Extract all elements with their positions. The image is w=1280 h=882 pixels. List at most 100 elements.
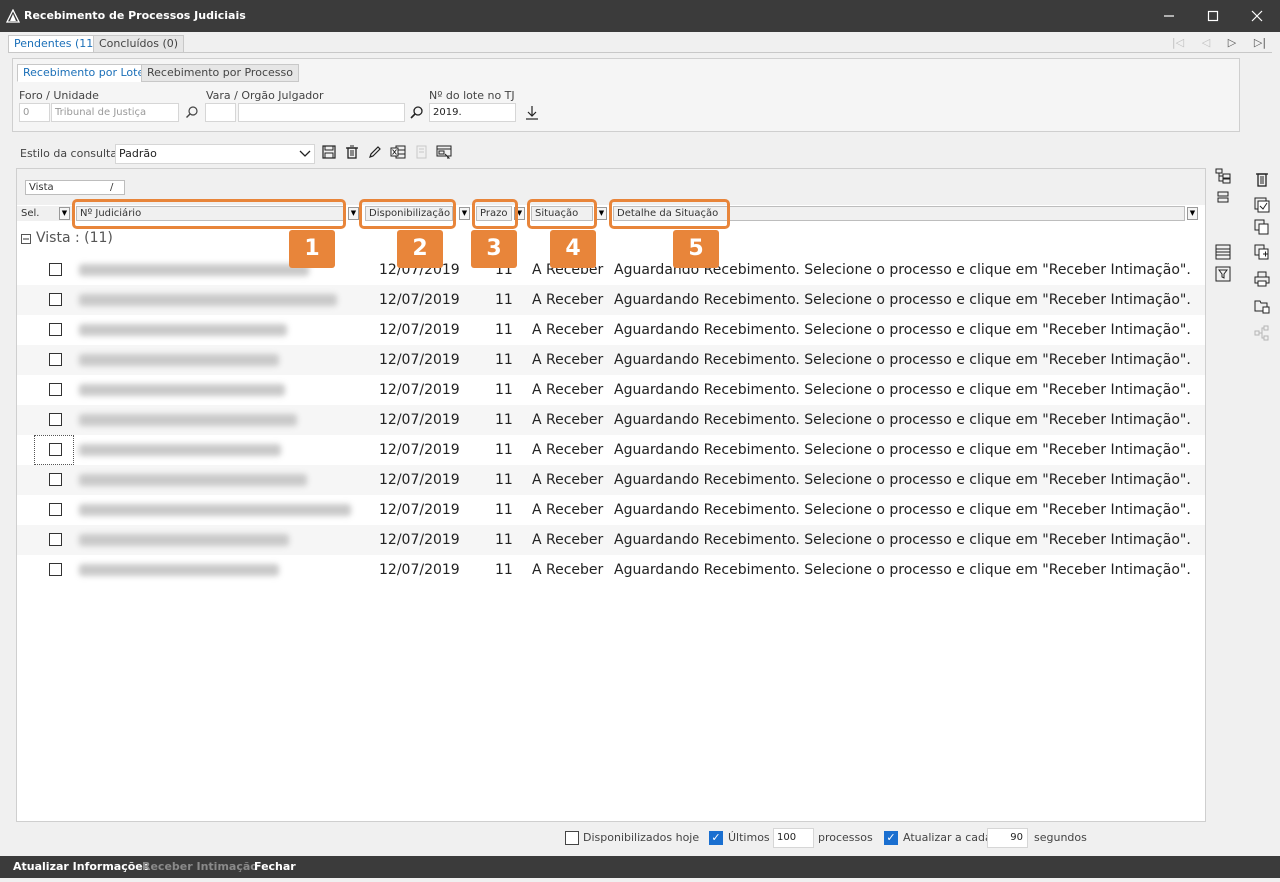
lote-label: Nº do lote no TJ [429, 89, 515, 102]
copy-button[interactable] [1253, 219, 1271, 237]
tab-pendentes[interactable]: Pendentes (11) [8, 35, 104, 53]
row-select-checkbox[interactable] [49, 563, 62, 576]
window-title: Recebimento de Processos Judiciais [24, 9, 246, 22]
rows-icon [1217, 191, 1229, 203]
archive-button[interactable] [1253, 298, 1271, 316]
copy-icon [1254, 219, 1269, 235]
collapse-group-icon[interactable] [21, 234, 31, 244]
layout-icon [436, 145, 452, 159]
vara-code-input[interactable] [205, 103, 236, 122]
save-style-button[interactable] [320, 145, 338, 163]
row-select-checkbox[interactable] [49, 263, 62, 276]
table-row[interactable]: 12/07/2019 11 A Receber Aguardando Recebime… [17, 495, 1205, 525]
subtab-lote[interactable]: Recebimento por Lote [17, 64, 151, 82]
table-row[interactable]: 12/07/2019 11 A Receber Aguardando Recebime… [17, 405, 1205, 435]
copy-style-button[interactable] [412, 145, 430, 163]
table-row[interactable]: 12/07/2019 11 A Receber Aguardando Recebime… [17, 255, 1205, 285]
sel-filter-dropdown[interactable]: ▼ [59, 207, 70, 220]
numero-judiciario-cell [79, 414, 297, 426]
group-by-button[interactable] [1214, 168, 1232, 186]
fechar-button[interactable]: Fechar [254, 860, 296, 873]
detalhe-situacao-cell: Aguardando Recebimento. Selecione o proc… [614, 352, 1191, 368]
print-button[interactable] [1253, 271, 1271, 289]
app-logo-icon [6, 9, 20, 23]
row-select-checkbox[interactable] [49, 503, 62, 516]
disponibilizacao-cell: 12/07/2019 [379, 532, 460, 548]
prazo-cell: 11 [495, 562, 513, 578]
numero-judiciario-cell [79, 474, 307, 486]
style-select[interactable]: Padrão [115, 144, 315, 164]
badge-5: 5 [673, 230, 719, 268]
row-select-checkbox[interactable] [49, 533, 62, 546]
download-lote-icon[interactable] [525, 105, 539, 121]
tab-concluidos[interactable]: Concluídos (0) [93, 35, 185, 53]
printer-icon [1254, 271, 1270, 287]
table-row[interactable]: 12/07/2019 11 A Receber Aguardando Recebime… [17, 555, 1205, 585]
ultimos-input[interactable]: 100 [773, 828, 814, 848]
workflow-button[interactable] [1253, 325, 1271, 343]
first-record-button[interactable]: |◁ [1168, 33, 1188, 53]
minimize-button[interactable] [1146, 0, 1192, 32]
row-select-checkbox[interactable] [49, 473, 62, 486]
badge-4: 4 [550, 230, 596, 268]
table-row[interactable]: 12/07/2019 11 A Receber Aguardando Recebime… [17, 525, 1205, 555]
disp-filter-dropdown[interactable]: ▼ [459, 207, 470, 220]
atualizar-input[interactable]: 90 [987, 828, 1028, 848]
table-row[interactable]: 12/07/2019 11 A Receber Aguardando Recebime… [17, 375, 1205, 405]
lote-input[interactable]: 2019. [429, 103, 516, 122]
subtab-processo[interactable]: Recebimento por Processo [141, 64, 299, 82]
vara-search-icon[interactable] [409, 105, 425, 119]
chevron-down-icon [299, 150, 311, 157]
ungroup-button[interactable] [1214, 190, 1232, 208]
delete-button[interactable] [1253, 171, 1271, 189]
row-select-checkbox[interactable] [49, 413, 62, 426]
table-row[interactable]: 12/07/2019 11 A Receber Aguardando Recebime… [17, 315, 1205, 345]
title-bar: Recebimento de Processos Judiciais [0, 0, 1280, 32]
detalhe-situacao-cell: Aguardando Recebimento. Selecione o proc… [614, 442, 1191, 458]
detalhe-situacao-cell: Aguardando Recebimento. Selecione o proc… [614, 412, 1191, 428]
situacao-filter-dropdown[interactable]: ▼ [596, 207, 607, 220]
detalhe-filter-dropdown[interactable]: ▼ [1187, 207, 1198, 220]
columns-button[interactable] [1214, 244, 1232, 262]
vista-box[interactable]: Vista / [25, 180, 125, 195]
prev-record-button[interactable]: ◁ [1196, 33, 1216, 53]
table-row[interactable]: 12/07/2019 11 A Receber Aguardando Recebime… [17, 285, 1205, 315]
foro-name-input[interactable]: Tribunal de Justiça [51, 103, 179, 122]
prazo-cell: 11 [495, 502, 513, 518]
row-select-checkbox[interactable] [49, 323, 62, 336]
configure-style-button[interactable] [435, 145, 453, 163]
numero-filter-dropdown[interactable]: ▼ [348, 207, 359, 220]
table-row[interactable]: 12/07/2019 11 A Receber Aguardando Recebime… [17, 435, 1205, 465]
group-label: Vista : (11) [36, 230, 113, 246]
last-record-button[interactable]: ▷| [1250, 33, 1270, 53]
vara-name-input[interactable] [238, 103, 405, 122]
row-select-checkbox[interactable] [49, 383, 62, 396]
receber-intimacao-button[interactable]: Receber Intimação [142, 860, 258, 873]
duplicate-button[interactable] [1253, 244, 1271, 262]
filter-panel-button[interactable] [1214, 266, 1232, 284]
foro-search-icon[interactable] [185, 105, 199, 119]
table-row[interactable]: 12/07/2019 11 A Receber Aguardando Recebime… [17, 345, 1205, 375]
prev-icon: ◁ [1201, 36, 1211, 49]
next-record-button[interactable]: ▷ [1222, 33, 1242, 53]
filter-icon [1215, 266, 1231, 282]
detalhe-situacao-cell: Aguardando Recebimento. Selecione o proc… [614, 382, 1191, 398]
foro-code-input[interactable]: 0 [19, 103, 50, 122]
table-row[interactable]: 12/07/2019 11 A Receber Aguardando Recebime… [17, 465, 1205, 495]
foro-label: Foro / Unidade [19, 89, 99, 102]
edit-style-button[interactable] [366, 145, 384, 163]
maximize-button[interactable] [1190, 0, 1236, 32]
ultimos-checkbox[interactable]: ✓ [709, 831, 723, 845]
atualizar-checkbox[interactable]: ✓ [884, 831, 898, 845]
row-select-checkbox[interactable] [49, 353, 62, 366]
close-button[interactable] [1234, 0, 1280, 32]
trash-icon [1256, 173, 1268, 187]
disponibilizados-hoje-checkbox[interactable] [565, 831, 579, 845]
delete-style-button[interactable] [343, 145, 361, 163]
export-excel-button[interactable] [389, 145, 407, 163]
select-all-button[interactable] [1253, 197, 1271, 215]
row-select-checkbox[interactable] [49, 293, 62, 306]
action-bar: Atualizar Informações Receber Intimação … [0, 856, 1280, 878]
disponibilizacao-cell: 12/07/2019 [379, 352, 460, 368]
atualizar-informacoes-button[interactable]: Atualizar Informações [13, 860, 149, 873]
